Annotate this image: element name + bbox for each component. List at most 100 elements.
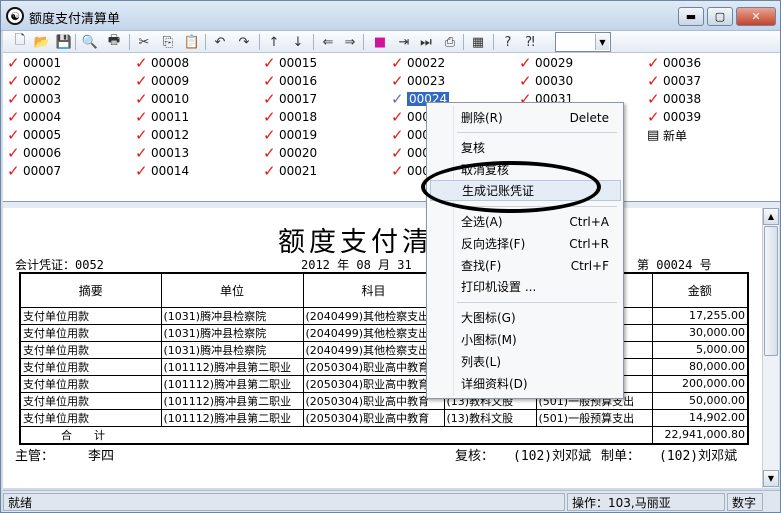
document-item[interactable]: ✓ 00006	[7, 145, 61, 161]
close-button[interactable]: ✕	[736, 7, 776, 26]
document-item[interactable]: ✓ 00009	[135, 73, 189, 89]
check-icon: ✓	[391, 90, 404, 108]
export-icon[interactable]: ⎙	[441, 33, 459, 51]
title-bar: ☯ 额度支付清算单 ▬ ▢ ✕	[1, 1, 780, 31]
document-label: 新单	[663, 128, 688, 143]
document-item[interactable]: ✓ 00016	[263, 73, 317, 89]
document-item[interactable]: ✓ 00001	[7, 55, 61, 71]
table-row: 支付单位用款(1031)腾冲县检察院(2040499)其他检察支出支出17,25…	[19, 306, 749, 325]
document-item[interactable]: ✓ 00039	[647, 109, 701, 125]
document-item[interactable]: ✓ 00018	[263, 109, 317, 125]
menu-item-large-icons[interactable]: 大图标(G)	[430, 307, 621, 328]
report-preview[interactable]: 额度支付清 会计凭证：0052 2012 年 08 月 31 第 00024 号…	[3, 208, 762, 488]
document-item[interactable]: ✓ 00020	[263, 145, 317, 161]
document-item[interactable]: ✓ 000	[391, 109, 430, 125]
new-doc-icon: ▤	[647, 127, 660, 143]
document-item[interactable]: ✓ 00029	[519, 55, 573, 71]
document-item[interactable]: ✓ 00038	[647, 91, 701, 107]
up-icon[interactable]: ↑	[265, 33, 283, 51]
new-icon[interactable]: 🗋	[11, 33, 29, 51]
copy-icon[interactable]: ⎘	[159, 33, 177, 51]
menu-item-select-all[interactable]: 全选(A) Ctrl+A	[430, 211, 621, 232]
menu-item-delete[interactable]: 删除(R) Delete	[430, 107, 621, 128]
menu-item-review[interactable]: 复核	[430, 137, 621, 158]
menu-item-invert-selection[interactable]: 反向选择(F) Ctrl+R	[430, 233, 621, 254]
document-label: 00039	[663, 110, 702, 124]
check-icon: ✓	[391, 108, 404, 126]
document-item[interactable]: ✓ 000	[391, 145, 430, 161]
check-icon: ✓	[7, 162, 20, 180]
scroll-up-icon[interactable]: ▲	[763, 208, 779, 225]
print-icon[interactable]: 🖶	[105, 33, 123, 51]
document-label: 00023	[407, 74, 446, 88]
document-item[interactable]: ✓ 00022	[391, 55, 445, 71]
table-row: 支付单位用款(1031)腾冲县检察院(2040499)其他检察支出支出5,000…	[19, 340, 749, 359]
table-cell: (2040499)其他检察支出	[302, 340, 445, 359]
open-icon[interactable]: 📂	[33, 33, 51, 51]
document-item[interactable]: ✓ 00012	[135, 127, 189, 143]
document-item[interactable]: ✓ 00005	[7, 127, 61, 143]
scroll-down-icon[interactable]: ▼	[763, 470, 779, 487]
document-item[interactable]: ✓ 00007	[7, 163, 61, 179]
menu-item-list-view[interactable]: 列表(L)	[430, 351, 621, 372]
document-item[interactable]: ✓ 00004	[7, 109, 61, 125]
document-item[interactable]: ✓ 00014	[135, 163, 189, 179]
document-item[interactable]: ✓ 00003	[7, 91, 61, 107]
status-bar: 就绪 操作：103,马丽亚 数字	[3, 490, 780, 512]
status-text: 就绪	[3, 493, 565, 511]
document-label: 00013	[151, 146, 190, 160]
new-document-item[interactable]: ▤ 新单	[647, 127, 687, 143]
document-item[interactable]: ✓ 00021	[263, 163, 317, 179]
paste-icon[interactable]: 📋	[183, 33, 201, 51]
check-icon: ✓	[647, 90, 660, 108]
document-item[interactable]: ✓ 00023	[391, 73, 445, 89]
undo-icon[interactable]: ↶	[211, 33, 229, 51]
redo-icon[interactable]: ↷	[235, 33, 253, 51]
document-item[interactable]: ✓ 00015	[263, 55, 317, 71]
document-label: 00030	[535, 74, 574, 88]
document-item[interactable]: ✓ 00008	[135, 55, 189, 71]
document-icon-view[interactable]: ✓ 00001 ✓ 00002 ✓ 00003 ✓ 00004 ✓ 00005 ✓ 00006 ✓ 000…	[3, 53, 780, 202]
document-item[interactable]: ✓ 00013	[135, 145, 189, 161]
document-label: 00020	[279, 146, 318, 160]
check-icon: ✓	[135, 90, 148, 108]
menu-item-small-icons[interactable]: 小图标(M)	[430, 329, 621, 350]
document-item[interactable]: ✓ 00030	[519, 73, 573, 89]
calculator-icon[interactable]: ▦	[469, 33, 487, 51]
vertical-scrollbar[interactable]: ▲ ▼	[762, 208, 779, 488]
cut-icon[interactable]: ✂	[135, 33, 153, 51]
status-mode: 数字	[727, 493, 763, 511]
document-item[interactable]: ✓ 00011	[135, 109, 189, 125]
table-cell: 14,902.00	[651, 408, 749, 427]
document-item[interactable]: ✓ 000	[391, 127, 430, 143]
whatsthis-icon[interactable]: ⁈	[521, 33, 539, 51]
document-item[interactable]: ✓ 00036	[647, 55, 701, 71]
menu-item-find[interactable]: 查找(F) Ctrl+F	[430, 255, 621, 276]
save-icon[interactable]: 💾	[55, 33, 73, 51]
last-icon[interactable]: ⏭	[417, 33, 435, 51]
document-label: 00029	[535, 56, 574, 70]
document-item[interactable]: ✓ 000	[391, 163, 430, 179]
document-item[interactable]: ✓ 00019	[263, 127, 317, 143]
stop-icon[interactable]: ■	[371, 33, 389, 51]
menu-item-details-view[interactable]: 详细资料(D)	[430, 373, 621, 394]
document-item[interactable]: ✓ 00010	[135, 91, 189, 107]
help-icon[interactable]: ?	[499, 33, 517, 51]
minimize-button[interactable]: ▬	[678, 7, 704, 26]
toolbar-combo[interactable]: ▼	[555, 32, 611, 52]
chevron-down-icon[interactable]: ▼	[595, 34, 609, 50]
document-label: 00003	[23, 92, 62, 106]
document-item[interactable]: ✓ 00037	[647, 73, 701, 89]
maximize-button[interactable]: ▢	[707, 7, 733, 26]
check-icon: ✓	[263, 162, 276, 180]
document-item[interactable]: ✓ 00002	[7, 73, 61, 89]
down-icon[interactable]: ↓	[289, 33, 307, 51]
table-row: 支付单位用款(1031)腾冲县检察院(2040499)其他检察支出支出30,00…	[19, 323, 749, 342]
menu-item-printer-setup[interactable]: 打印机设置 ...	[430, 276, 621, 297]
next-icon[interactable]: ⇥	[395, 33, 413, 51]
right-icon[interactable]: ⇒	[341, 33, 359, 51]
left-icon[interactable]: ⇐	[319, 33, 337, 51]
document-item[interactable]: ✓ 00017	[263, 91, 317, 107]
scroll-thumb[interactable]	[764, 226, 778, 356]
preview-icon[interactable]: 🔍	[81, 33, 99, 51]
